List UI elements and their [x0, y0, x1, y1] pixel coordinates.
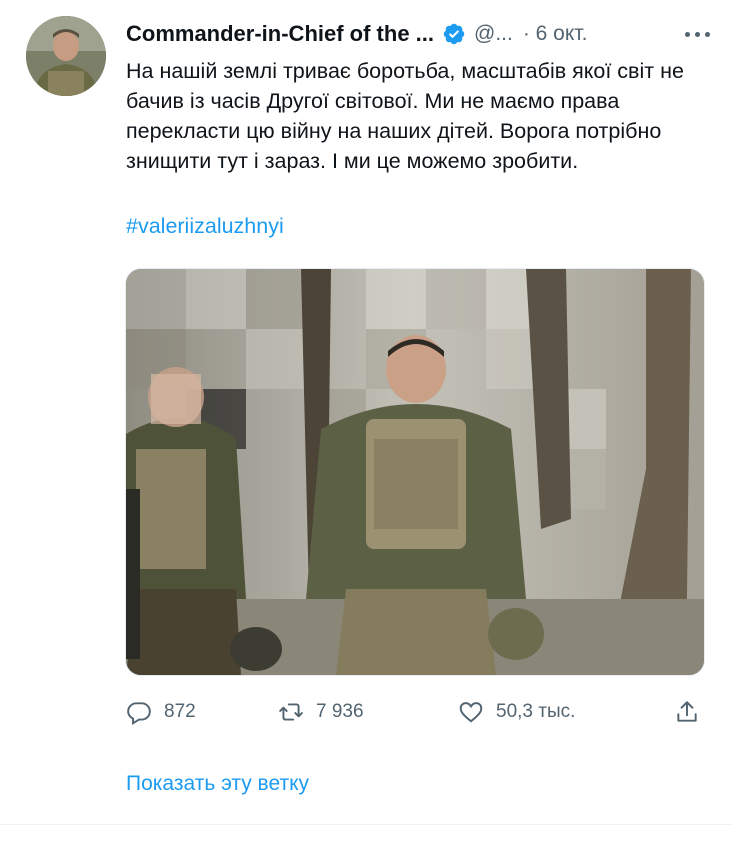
show-thread-link[interactable]: Показать эту ветку [126, 772, 309, 796]
reply-icon [127, 702, 151, 725]
share-icon [677, 701, 697, 722]
avatar[interactable] [26, 16, 106, 96]
avatar-photo [26, 16, 106, 96]
author-name[interactable]: Commander-in-Chief of the ... [126, 21, 434, 47]
like-count: 50,3 тыс. [496, 701, 576, 722]
divider [0, 824, 732, 825]
hashtag-link[interactable]: #valeriizaluzhnyi [126, 214, 284, 239]
reply-button[interactable]: 872 [126, 694, 196, 730]
verified-badge-icon [443, 23, 465, 45]
more-options-icon[interactable] [684, 22, 712, 46]
heart-icon [459, 702, 483, 723]
tweet-header: Commander-in-Chief of the ... @... · 6 о… [126, 18, 716, 50]
photo-military-officers-icon [126, 269, 704, 675]
retweet-icon [279, 703, 303, 721]
tweet-actions: 872 7 936 50,3 тыс. [126, 694, 706, 730]
reply-count: 872 [164, 701, 196, 722]
tweet-photo[interactable] [125, 268, 705, 676]
author-handle[interactable]: @... [474, 22, 513, 46]
tweet-date[interactable]: · 6 окт. [523, 22, 588, 46]
share-button[interactable] [674, 694, 700, 730]
tweet-text: На нашій землі триває боротьба, масштабі… [126, 59, 684, 173]
tweet[interactable]: Commander-in-Chief of the ... @... · 6 о… [0, 0, 732, 841]
retweet-count: 7 936 [316, 701, 364, 722]
like-button[interactable]: 50,3 тыс. [458, 694, 575, 730]
retweet-button[interactable]: 7 936 [278, 694, 364, 730]
